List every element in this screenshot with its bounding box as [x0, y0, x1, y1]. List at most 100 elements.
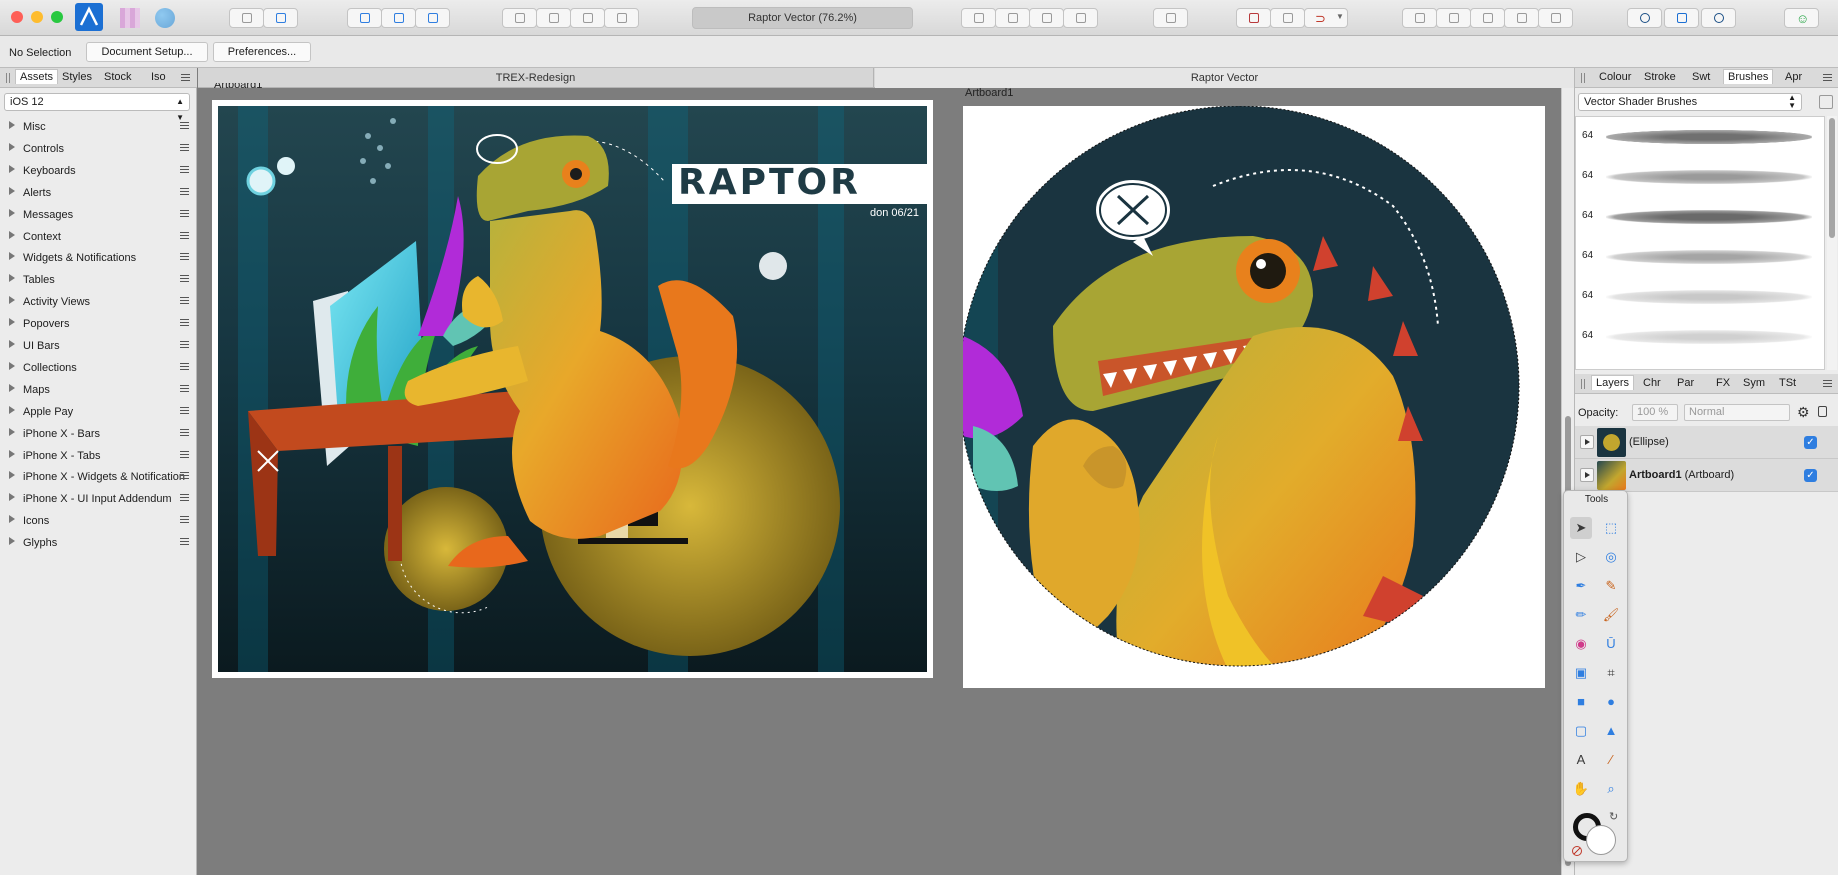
tab-symbols[interactable]: Sym — [1743, 377, 1765, 389]
grid-button[interactable] — [1236, 8, 1271, 28]
vector-brush-tool-icon[interactable]: ✎ — [1600, 575, 1622, 597]
place-image-tool-icon[interactable]: ▣ — [1570, 662, 1592, 684]
boolean-intersect-button[interactable] — [1470, 8, 1505, 28]
disclosure-triangle-icon[interactable] — [9, 274, 15, 283]
share-button[interactable] — [263, 8, 298, 28]
disclosure-triangle-icon[interactable] — [9, 383, 15, 392]
asset-category-item[interactable]: Keyboards — [0, 160, 197, 182]
disclosure-triangle-icon[interactable] — [9, 230, 15, 239]
arrange-front-button[interactable] — [604, 8, 639, 28]
blend-mode-select[interactable]: Normal — [1684, 404, 1790, 421]
no-fill-icon[interactable] — [1572, 846, 1582, 856]
move-tool-icon[interactable]: ➤ — [1570, 517, 1592, 539]
disclosure-triangle-icon[interactable] — [9, 493, 15, 502]
pencil-tool-icon[interactable]: ✏ — [1570, 604, 1592, 626]
brush-item[interactable]: 64 — [1576, 237, 1824, 277]
designer-persona-icon[interactable] — [75, 3, 103, 31]
arrange-back-button[interactable] — [502, 8, 537, 28]
category-menu-icon[interactable] — [180, 190, 189, 192]
asset-category-item[interactable]: Controls — [0, 138, 197, 160]
snap-b-button[interactable] — [381, 8, 416, 28]
artboard-poster[interactable]: RAPTOR don 06/21 — [212, 100, 933, 678]
disclosure-triangle-icon[interactable] — [9, 318, 15, 327]
snap-c-button[interactable] — [415, 8, 450, 28]
panel-grip-icon[interactable] — [1581, 379, 1585, 389]
tab-stock[interactable]: Stock — [104, 71, 132, 83]
artboard-circle[interactable] — [958, 105, 1545, 688]
disclosure-triangle-icon[interactable] — [9, 252, 15, 261]
flip-vertical-button[interactable] — [995, 8, 1030, 28]
minimize-window-button[interactable] — [31, 11, 43, 23]
asset-category-item[interactable]: Activity Views — [0, 291, 197, 313]
category-menu-icon[interactable] — [180, 234, 189, 236]
insert-behind-button[interactable] — [1664, 8, 1699, 28]
category-menu-icon[interactable] — [180, 300, 189, 302]
asset-category-item[interactable]: iPhone X - Widgets & Notifications — [0, 466, 197, 488]
brush-category-select[interactable]: Vector Shader Brushes ▲ ▼ — [1578, 93, 1802, 111]
panel-menu-icon[interactable] — [1823, 383, 1832, 384]
disclosure-triangle-icon[interactable] — [9, 427, 15, 436]
layer-row-artboard[interactable]: Artboard1 (Artboard) ✓ — [1575, 459, 1838, 492]
brush-item[interactable]: 64 — [1576, 277, 1824, 317]
category-menu-icon[interactable] — [180, 365, 189, 367]
panel-grip-icon[interactable] — [6, 73, 10, 83]
category-menu-icon[interactable] — [180, 344, 189, 345]
color-picker-tool-icon[interactable]: ⁄ — [1600, 749, 1622, 771]
category-menu-icon[interactable] — [180, 212, 189, 214]
disclosure-triangle-icon[interactable] — [9, 340, 15, 348]
snap-a-button[interactable] — [347, 8, 382, 28]
asset-category-item[interactable]: Icons — [0, 510, 197, 532]
brush-list[interactable]: 64 64 64 64 64 64 — [1575, 116, 1825, 370]
disclosure-triangle-icon[interactable] — [9, 296, 15, 305]
category-menu-icon[interactable] — [180, 541, 189, 543]
asset-category-item[interactable]: Popovers — [0, 313, 197, 335]
ellipse-tool-icon[interactable]: ● — [1600, 691, 1622, 713]
category-menu-icon[interactable] — [180, 278, 189, 280]
fill-tool-icon[interactable]: ◉ — [1570, 633, 1592, 655]
artboard-tool-icon[interactable]: ⬚ — [1600, 517, 1622, 539]
node-tool-icon[interactable]: ▷ — [1570, 546, 1592, 568]
tab-assets[interactable]: Assets — [15, 69, 59, 84]
asset-category-item[interactable]: Context — [0, 226, 197, 248]
transparency-tool-icon[interactable]: Ū — [1600, 633, 1622, 655]
tab-swatches[interactable]: Swt — [1692, 71, 1710, 83]
category-menu-icon[interactable] — [180, 146, 189, 148]
scrollbar-thumb[interactable] — [1829, 118, 1835, 238]
tab-brushes[interactable]: Brushes — [1723, 69, 1774, 84]
panel-menu-icon[interactable] — [1823, 77, 1832, 78]
disclosure-triangle-icon[interactable] — [9, 208, 15, 217]
tab-appearance[interactable]: Apr — [1785, 71, 1802, 83]
arrange-backward-button[interactable] — [536, 8, 571, 28]
disclosure-triangle-icon[interactable] — [9, 121, 15, 129]
panel-grip-icon[interactable] — [1581, 73, 1585, 83]
tab-styles[interactable]: Styles — [62, 71, 92, 83]
asset-library-select[interactable]: iOS 12 ▲ ▼ — [4, 93, 190, 122]
disclosure-triangle-icon[interactable] — [9, 471, 15, 480]
asset-category-item[interactable]: Glyphs — [0, 532, 197, 554]
asset-category-item[interactable]: UI Bars — [0, 335, 197, 357]
tab-stroke[interactable]: Stroke — [1644, 71, 1676, 83]
align-button[interactable] — [1153, 8, 1188, 28]
asset-category-item[interactable]: Collections — [0, 357, 197, 379]
rotate-left-button[interactable] — [1029, 8, 1064, 28]
swap-colors-icon[interactable]: ↻ — [1609, 810, 1618, 823]
brush-item[interactable]: 64 — [1576, 117, 1824, 157]
category-menu-icon[interactable] — [180, 453, 189, 455]
category-menu-icon[interactable] — [180, 322, 189, 324]
text-tool-icon[interactable]: A — [1570, 749, 1592, 771]
asset-category-item[interactable]: Maps — [0, 379, 197, 401]
lock-icon[interactable] — [1818, 406, 1827, 417]
asset-category-item[interactable]: iPhone X - UI Input Addendum — [0, 488, 197, 510]
asset-category-item[interactable]: iPhone X - Tabs — [0, 445, 197, 467]
tab-raptor-vector[interactable]: Raptor Vector — [875, 68, 1574, 88]
fill-color-swatch[interactable] — [1586, 825, 1616, 855]
flip-horizontal-button[interactable] — [961, 8, 996, 28]
guides-button[interactable] — [1270, 8, 1305, 28]
tab-layers[interactable]: Layers — [1591, 375, 1635, 390]
paint-brush-tool-icon[interactable]: 🖌 — [1600, 604, 1622, 626]
asset-category-item[interactable]: Widgets & Notifications — [0, 247, 197, 269]
panel-menu-icon[interactable] — [181, 77, 190, 78]
category-menu-icon[interactable] — [180, 497, 189, 499]
tab-colour[interactable]: Colour — [1599, 71, 1631, 83]
category-menu-icon[interactable] — [180, 409, 189, 411]
